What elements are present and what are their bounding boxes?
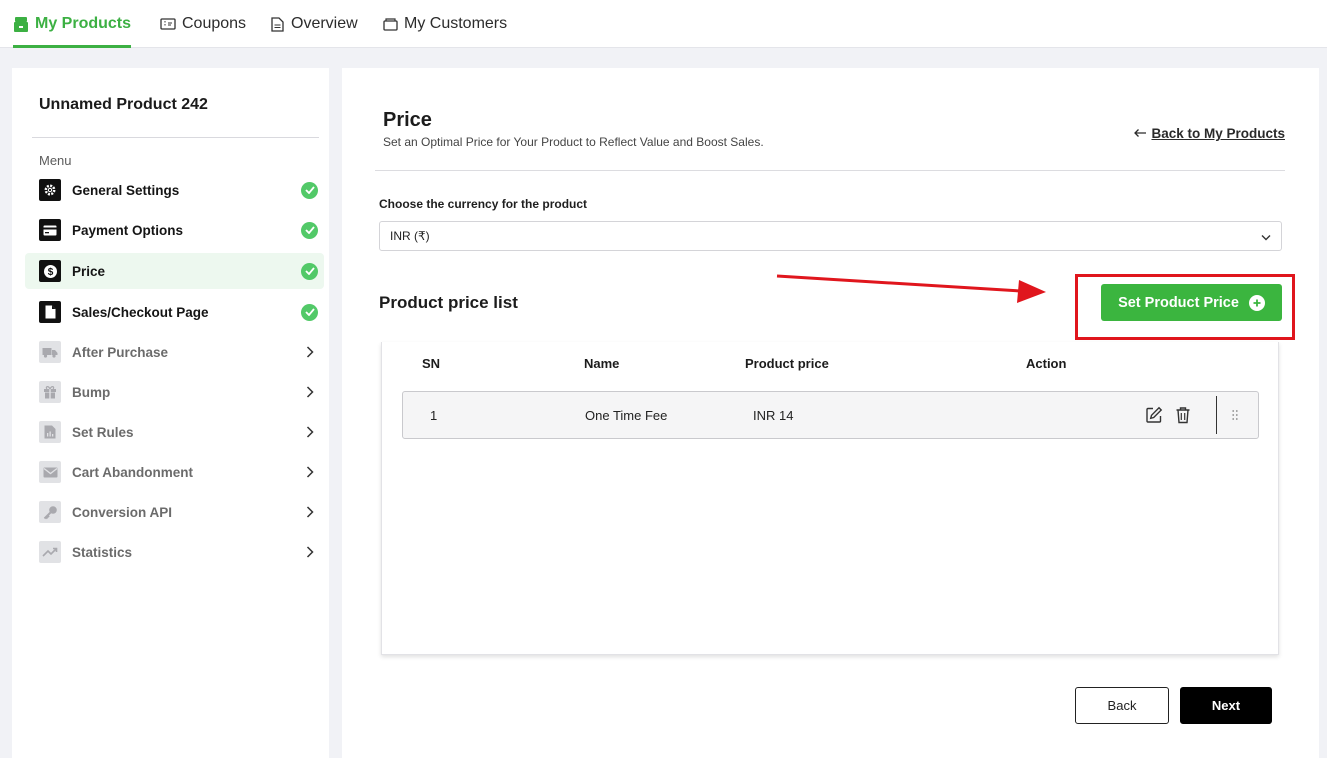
annotation-arrow-icon — [776, 274, 1046, 303]
back-button[interactable]: Back — [1075, 687, 1169, 724]
sidebar-item-statistics[interactable]: Statistics — [25, 534, 324, 570]
main-panel: Price Set an Optimal Price for Your Prod… — [342, 68, 1319, 758]
column-header-sn: SN — [422, 356, 441, 371]
gear-icon — [39, 179, 61, 201]
card-icon — [39, 219, 61, 241]
tab-coupons[interactable]: Coupons — [160, 0, 246, 48]
sidebar-item-label: Bump — [72, 384, 111, 400]
tab-label: Overview — [291, 15, 358, 32]
tab-label: My Products — [35, 15, 132, 32]
tab-my-products[interactable]: My Products — [13, 0, 132, 48]
document-icon — [269, 16, 285, 32]
divider — [375, 170, 1285, 171]
trash-icon[interactable] — [1175, 406, 1193, 424]
column-header-action: Action — [1026, 356, 1067, 371]
top-navigation: My Products Coupons Overview My Customer… — [0, 0, 1327, 48]
sidebar-item-label: Sales/Checkout Page — [72, 304, 209, 320]
sidebar-item-bump[interactable]: Bump — [25, 374, 324, 410]
price-list-table: SN Name Product price Action 1 One Time … — [381, 342, 1279, 655]
ticket-icon — [160, 16, 176, 32]
divider — [32, 137, 319, 138]
sidebar-item-label: Set Rules — [72, 424, 134, 440]
sidebar-item-conversion-api[interactable]: Conversion API — [25, 494, 324, 530]
truck-icon — [39, 341, 61, 363]
mail-icon — [39, 461, 61, 483]
product-title: Unnamed Product 242 — [39, 96, 208, 113]
price-list-title: Product price list — [379, 293, 518, 312]
sidebar-item-label: Conversion API — [72, 504, 173, 520]
sidebar-item-label: Price — [72, 263, 106, 279]
rules-icon — [39, 421, 61, 443]
chevron-right-icon — [306, 505, 316, 519]
plus-circle-icon — [1248, 294, 1265, 311]
tab-label: My Customers — [404, 15, 508, 32]
currency-value: INR (₹) — [390, 229, 430, 243]
trend-icon — [39, 541, 61, 563]
wallet-icon — [382, 16, 398, 32]
cell-name: One Time Fee — [585, 408, 668, 423]
sidebar: Unnamed Product 242 Menu General Setting… — [12, 68, 329, 758]
sidebar-item-price[interactable]: $ Price — [25, 253, 324, 289]
sidebar-item-payment-options[interactable]: Payment Options — [25, 212, 324, 248]
cell-sn: 1 — [430, 408, 438, 423]
page-icon — [39, 301, 61, 323]
back-to-products-link[interactable]: Back to My Products — [1133, 126, 1285, 141]
next-button[interactable]: Next — [1180, 687, 1272, 724]
column-header-name: Name — [584, 356, 620, 371]
check-circle-icon — [301, 303, 318, 321]
page-title: Price — [383, 109, 432, 131]
edit-icon[interactable] — [1145, 406, 1163, 424]
tab-my-customers[interactable]: My Customers — [382, 0, 507, 48]
svg-text:$: $ — [47, 267, 53, 278]
sidebar-item-label: Statistics — [72, 544, 133, 560]
back-link-label: Back to My Products — [1151, 126, 1285, 141]
sidebar-item-cart-abandonment[interactable]: Cart Abandonment — [25, 454, 324, 490]
chevron-right-icon — [306, 385, 316, 399]
check-circle-icon — [301, 181, 318, 199]
tab-label: Coupons — [182, 15, 247, 32]
drag-handle-icon[interactable] — [1232, 408, 1238, 426]
chevron-right-icon — [306, 345, 316, 359]
button-label: Set Product Price — [1118, 294, 1239, 311]
menu-label: Menu — [39, 153, 72, 168]
cell-price: INR 14 — [753, 408, 794, 423]
chevron-right-icon — [306, 465, 316, 479]
arrow-left-icon — [1133, 126, 1147, 141]
check-circle-icon — [301, 221, 318, 239]
sidebar-item-label: General Settings — [72, 182, 180, 198]
column-header-price: Product price — [745, 356, 829, 371]
divider — [1216, 396, 1217, 434]
sidebar-item-label: Cart Abandonment — [72, 464, 193, 480]
check-circle-icon — [301, 262, 318, 280]
gift-icon — [39, 381, 61, 403]
sidebar-item-label: After Purchase — [72, 344, 169, 360]
store-icon — [13, 16, 29, 32]
set-product-price-button[interactable]: Set Product Price — [1101, 284, 1282, 321]
table-row: 1 One Time Fee INR 14 — [402, 391, 1259, 439]
page-subtitle: Set an Optimal Price for Your Product to… — [383, 135, 764, 149]
sidebar-item-after-purchase[interactable]: After Purchase — [25, 334, 324, 370]
currency-select[interactable]: INR (₹) — [379, 221, 1282, 251]
sidebar-item-general-settings[interactable]: General Settings — [25, 172, 324, 208]
sidebar-item-label: Payment Options — [72, 222, 184, 238]
chevron-right-icon — [306, 545, 316, 559]
sidebar-item-sales-checkout-page[interactable]: Sales/Checkout Page — [25, 294, 324, 330]
key-icon — [39, 501, 61, 523]
currency-label: Choose the currency for the product — [379, 197, 588, 211]
dollar-icon: $ — [39, 260, 61, 282]
chevron-down-icon — [1261, 230, 1271, 244]
chevron-right-icon — [306, 425, 316, 439]
sidebar-item-set-rules[interactable]: Set Rules — [25, 414, 324, 450]
tab-overview[interactable]: Overview — [269, 0, 358, 48]
